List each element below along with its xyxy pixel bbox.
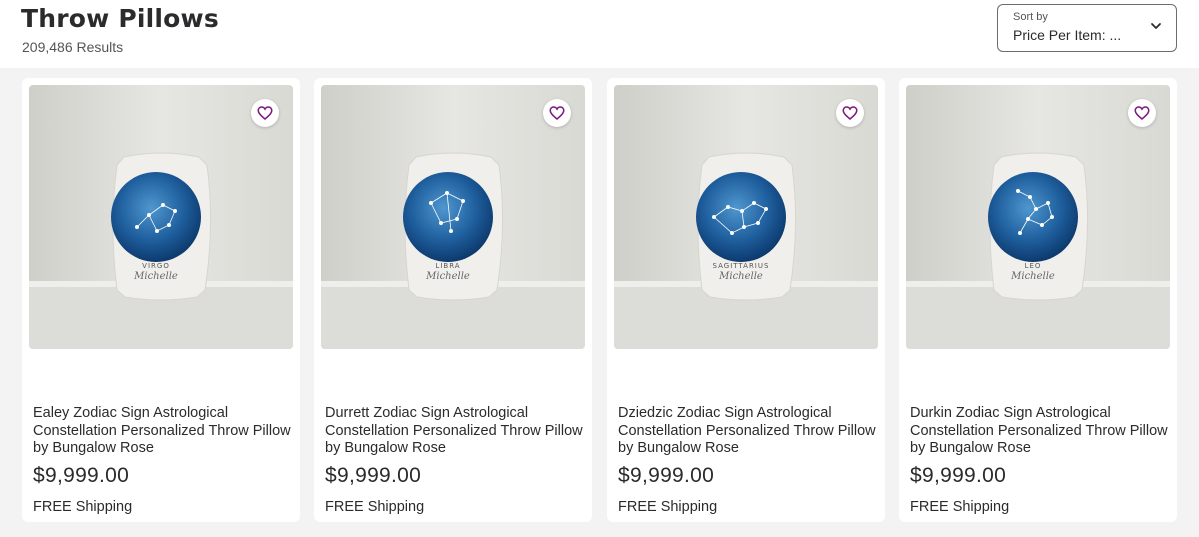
favorite-button[interactable]	[1128, 99, 1156, 127]
product-grid: VIRGO Michelle Ealey Zodiac Sign Astrolo…	[0, 68, 1199, 537]
sort-value: Price Per Item: ...	[1013, 27, 1122, 43]
product-price: $9,999.00	[910, 464, 1007, 487]
heart-icon	[257, 106, 273, 120]
product-image[interactable]: LIBRA Michelle	[321, 85, 585, 349]
product-price: $9,999.00	[325, 464, 422, 487]
page-header: Throw Pillows 209,486 Results Sort by Pr…	[0, 0, 1199, 68]
sort-dropdown[interactable]: Sort by Price Per Item: ...	[997, 4, 1177, 52]
product-card[interactable]: LEO Michelle Durkin Zodiac Sign Astrolog…	[899, 78, 1177, 522]
product-image[interactable]: VIRGO Michelle	[29, 85, 293, 349]
shipping-info: FREE Shipping	[910, 499, 1010, 515]
product-name[interactable]: Ealey Zodiac Sign Astrological Constella…	[33, 405, 295, 458]
product-card[interactable]: LIBRA Michelle Durrett Zodiac Sign Astro…	[314, 78, 592, 522]
personalized-name: Michelle	[718, 271, 763, 282]
sign-label: LIBRA	[435, 262, 460, 270]
shipping-info: FREE Shipping	[33, 499, 133, 515]
product-name[interactable]: Durkin Zodiac Sign Astrological Constell…	[910, 405, 1172, 458]
product-card[interactable]: VIRGO Michelle Ealey Zodiac Sign Astrolo…	[22, 78, 300, 522]
favorite-button[interactable]	[543, 99, 571, 127]
favorite-button[interactable]	[836, 99, 864, 127]
sign-label: LEO	[1025, 262, 1042, 270]
product-image[interactable]: SAGITTARIUS Michelle	[614, 85, 878, 349]
personalized-name: Michelle	[133, 271, 178, 282]
chevron-down-icon	[1151, 23, 1161, 29]
personalized-name: Michelle	[425, 271, 470, 282]
results-count: 209,486 Results	[22, 39, 124, 55]
sort-label: Sort by	[1013, 11, 1048, 23]
product-name[interactable]: Dziedzic Zodiac Sign Astrological Conste…	[618, 405, 880, 458]
product-price: $9,999.00	[618, 464, 715, 487]
favorite-button[interactable]	[251, 99, 279, 127]
product-price: $9,999.00	[33, 464, 130, 487]
product-card[interactable]: SAGITTARIUS Michelle Dziedzic Zodiac Sig…	[607, 78, 885, 522]
personalized-name: Michelle	[1010, 271, 1055, 282]
heart-icon	[842, 106, 858, 120]
page-title: Throw Pillows	[21, 4, 219, 33]
shipping-info: FREE Shipping	[325, 499, 425, 515]
sign-label: VIRGO	[142, 262, 170, 270]
sign-label: SAGITTARIUS	[713, 262, 770, 270]
heart-icon	[549, 106, 565, 120]
heart-icon	[1134, 106, 1150, 120]
product-name[interactable]: Durrett Zodiac Sign Astrological Constel…	[325, 405, 587, 458]
product-image[interactable]: LEO Michelle	[906, 85, 1170, 349]
shipping-info: FREE Shipping	[618, 499, 718, 515]
